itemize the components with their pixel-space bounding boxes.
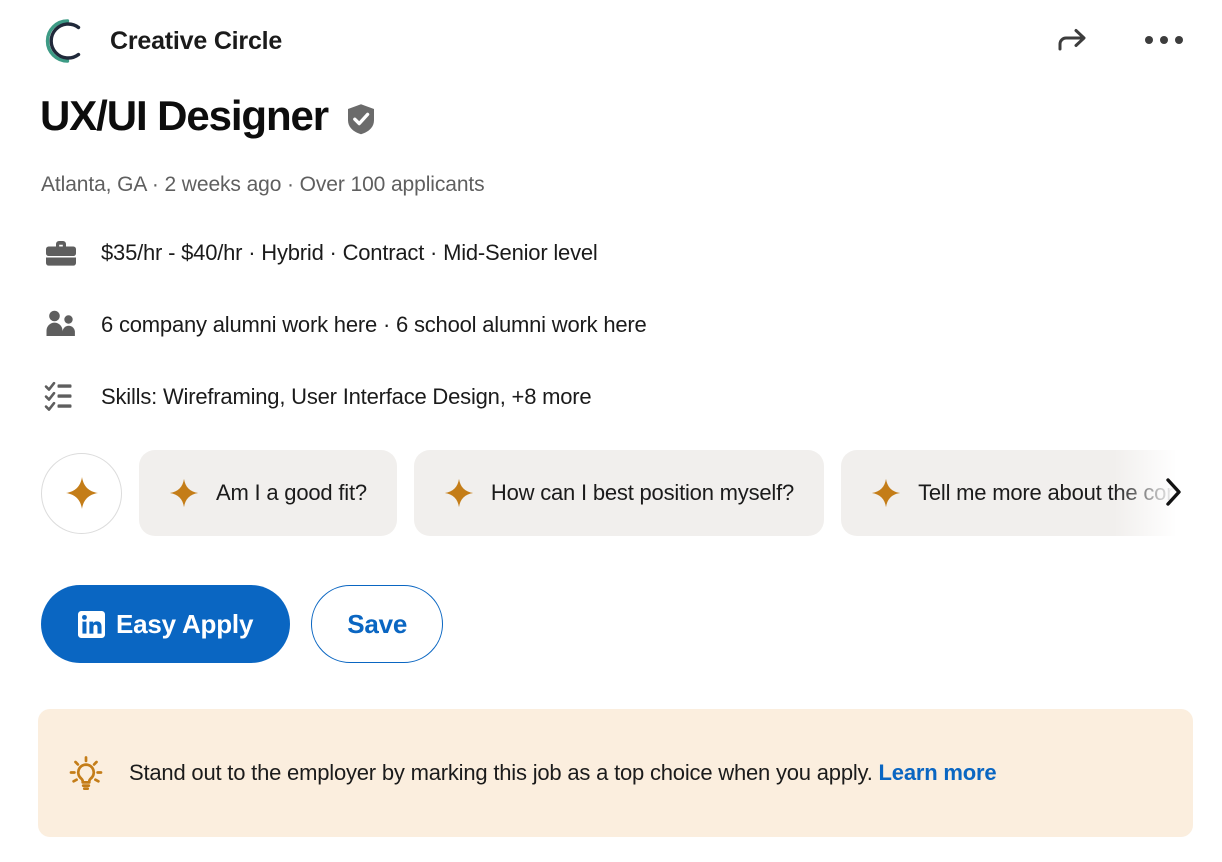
creative-circle-logo-icon [45, 19, 81, 63]
ai-chip-label: How can I best position myself? [490, 480, 795, 505]
job-detail-text: $35/hr - $40/hr · Hybrid · Contract · Mi… [101, 240, 598, 265]
ai-assistant-button[interactable] [41, 452, 122, 534]
job-meta: Atlanta, GA · 2 weeks ago · Over 100 app… [41, 173, 485, 196]
ai-chip-position-myself[interactable]: How can I best position myself? [413, 450, 825, 536]
job-details-list: $35/hr - $40/hr · Hybrid · Contract · Mi… [41, 226, 1141, 424]
learn-more-link[interactable]: Learn more [879, 760, 997, 785]
banner-text: Stand out to the employer by marking thi… [129, 753, 997, 792]
job-detail-text: 6 company alumni work here · 6 school al… [101, 312, 647, 337]
page-title: UX/UI Designer [40, 92, 329, 139]
company-name: Creative Circle [110, 26, 283, 55]
header-actions [1048, 16, 1188, 64]
linkedin-logo-icon [78, 610, 105, 638]
chips-next-button[interactable] [1153, 470, 1193, 514]
ai-chip-company-info[interactable]: Tell me more about the company [841, 450, 1191, 536]
people-icon [41, 305, 81, 345]
save-button[interactable]: Save [311, 585, 444, 663]
job-detail-skills[interactable]: Skills: Wireframing, User Interface Desi… [41, 370, 1141, 424]
job-title-row: UX/UI Designer [40, 92, 378, 139]
lightbulb-icon [69, 756, 103, 790]
more-options-button[interactable] [1140, 16, 1188, 64]
checklist-icon [41, 377, 81, 417]
sparkle-icon [871, 478, 901, 508]
sparkle-icon [169, 478, 199, 508]
job-detail-page: Creative Circle UX/UI Designer Atlanta, … [0, 0, 1222, 862]
easy-apply-label: Easy Apply [116, 608, 254, 639]
job-action-buttons: Easy Apply Save [41, 585, 444, 663]
more-options-icon [1145, 36, 1183, 44]
verified-shield-icon [348, 103, 375, 134]
job-detail-alumni[interactable]: 6 company alumni work here · 6 school al… [41, 298, 1141, 352]
job-detail-text: Skills: Wireframing, User Interface Desi… [101, 384, 592, 409]
sparkle-icon [444, 478, 474, 508]
sparkle-icon [65, 477, 98, 509]
ai-suggestions-row: Am I a good fit? How can I best position… [41, 450, 1191, 536]
chevron-right-icon [1166, 478, 1181, 506]
briefcase-icon [41, 233, 81, 273]
easy-apply-button[interactable]: Easy Apply [41, 585, 291, 663]
top-choice-banner: Stand out to the employer by marking thi… [38, 709, 1193, 837]
banner-message: Stand out to the employer by marking thi… [129, 760, 879, 786]
ai-chip-label: Tell me more about the company [918, 480, 1191, 505]
ai-chip-good-fit[interactable]: Am I a good fit? [139, 450, 397, 536]
ai-chip-label: Am I a good fit? [216, 480, 367, 505]
company-header[interactable]: Creative Circle [41, 14, 282, 68]
job-detail-salary[interactable]: $35/hr - $40/hr · Hybrid · Contract · Mi… [41, 226, 1141, 280]
share-arrow-icon [1058, 29, 1086, 51]
share-button[interactable] [1048, 16, 1096, 64]
